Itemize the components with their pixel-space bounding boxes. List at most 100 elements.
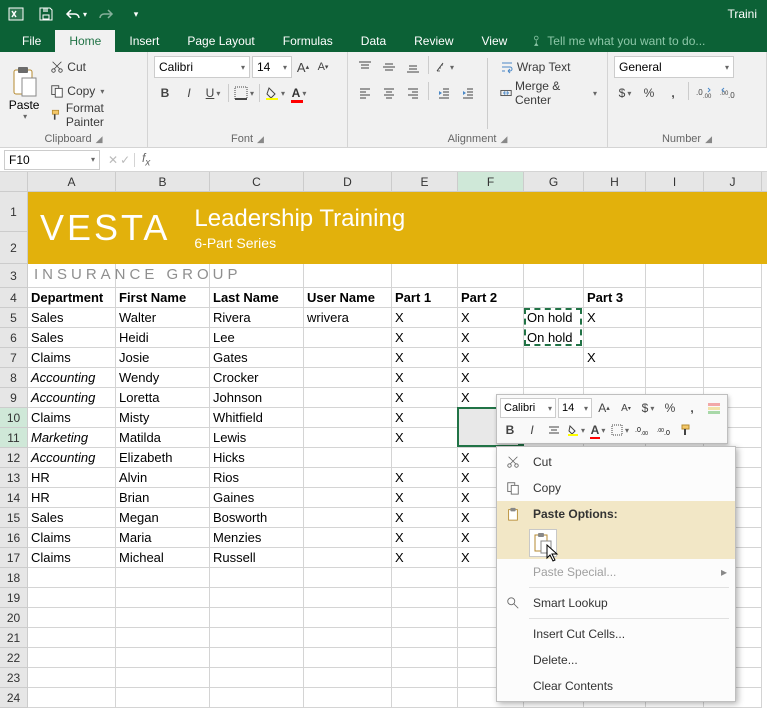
cell-D17[interactable]: [304, 548, 392, 568]
cell-D12[interactable]: [304, 448, 392, 468]
cell-C6[interactable]: Lee: [210, 328, 304, 348]
cell-D8[interactable]: [304, 368, 392, 388]
italic-button[interactable]: I: [178, 82, 200, 104]
cell-D16[interactable]: [304, 528, 392, 548]
row-header-5[interactable]: 5: [0, 308, 28, 328]
font-name-combo[interactable]: Calibri▾: [154, 56, 250, 78]
undo-icon[interactable]: ▾: [64, 3, 88, 25]
cell-A18[interactable]: [28, 568, 116, 588]
cell-G7[interactable]: [524, 348, 584, 368]
cell-C19[interactable]: [210, 588, 304, 608]
wrap-text-button[interactable]: Wrap Text: [496, 56, 601, 78]
row-header-7[interactable]: 7: [0, 348, 28, 368]
confirm-entry-icon[interactable]: ✓: [120, 153, 130, 167]
cell-C10[interactable]: Whitfield: [210, 408, 304, 428]
accounting-format-icon[interactable]: $▾: [614, 82, 636, 104]
cell-G4[interactable]: [524, 288, 584, 308]
row-header-14[interactable]: 14: [0, 488, 28, 508]
mini-conditional-icon[interactable]: [704, 398, 724, 418]
cell-C14[interactable]: Gaines: [210, 488, 304, 508]
font-color-button[interactable]: A▾: [288, 82, 310, 104]
cell-I5[interactable]: [646, 308, 704, 328]
ctx-copy[interactable]: Copy: [497, 475, 735, 501]
row-header-4[interactable]: 4: [0, 288, 28, 308]
cell-A19[interactable]: [28, 588, 116, 608]
col-header-A[interactable]: A: [28, 172, 116, 191]
ctx-smart-lookup[interactable]: Smart Lookup: [497, 590, 735, 616]
row-header-6[interactable]: 6: [0, 328, 28, 348]
cell-D14[interactable]: [304, 488, 392, 508]
row-header-3[interactable]: 3: [0, 264, 28, 288]
percent-format-icon[interactable]: %: [638, 82, 660, 104]
cell-B9[interactable]: Loretta: [116, 388, 210, 408]
cell-C24[interactable]: [210, 688, 304, 708]
format-painter-button[interactable]: Format Painter: [46, 104, 141, 126]
qat-customize-icon[interactable]: ▾: [124, 3, 148, 25]
col-header-J[interactable]: J: [704, 172, 762, 191]
align-bottom-icon[interactable]: [402, 56, 424, 78]
cell-A17[interactable]: Claims: [28, 548, 116, 568]
cell-A23[interactable]: [28, 668, 116, 688]
cell-E4[interactable]: Part 1: [392, 288, 458, 308]
mini-font-color-icon[interactable]: A▾: [588, 420, 608, 440]
row-header-16[interactable]: 16: [0, 528, 28, 548]
cell-E14[interactable]: X: [392, 488, 458, 508]
cell-E16[interactable]: X: [392, 528, 458, 548]
cancel-entry-icon[interactable]: ✕: [108, 153, 118, 167]
cell-I7[interactable]: [646, 348, 704, 368]
tab-formulas[interactable]: Formulas: [269, 30, 347, 52]
cell-E17[interactable]: X: [392, 548, 458, 568]
cell-J6[interactable]: [704, 328, 762, 348]
cell-A4[interactable]: Department: [28, 288, 116, 308]
align-left-icon[interactable]: [354, 82, 376, 104]
cell-B6[interactable]: Heidi: [116, 328, 210, 348]
decrease-decimal-icon[interactable]: .00.0: [717, 82, 739, 104]
cell-B18[interactable]: [116, 568, 210, 588]
cell-D6[interactable]: [304, 328, 392, 348]
mini-dec-decimal-icon[interactable]: .00.0: [654, 420, 674, 440]
mini-accounting-icon[interactable]: $▾: [638, 398, 658, 418]
cell-A7[interactable]: Claims: [28, 348, 116, 368]
cell-E19[interactable]: [392, 588, 458, 608]
cell-C8[interactable]: Crocker: [210, 368, 304, 388]
tab-view[interactable]: View: [468, 30, 522, 52]
cell-A8[interactable]: Accounting: [28, 368, 116, 388]
tab-data[interactable]: Data: [347, 30, 400, 52]
save-icon[interactable]: [34, 3, 58, 25]
increase-decimal-icon[interactable]: .0.00: [693, 82, 715, 104]
cell-D9[interactable]: [304, 388, 392, 408]
cell-H7[interactable]: X: [584, 348, 646, 368]
cell-D11[interactable]: [304, 428, 392, 448]
cell-F6[interactable]: X: [458, 328, 524, 348]
decrease-indent-icon[interactable]: [433, 82, 455, 104]
cell-J5[interactable]: [704, 308, 762, 328]
grow-font-icon[interactable]: A▴: [294, 56, 312, 78]
row-header-24[interactable]: 24: [0, 688, 28, 708]
tab-insert[interactable]: Insert: [115, 30, 173, 52]
mini-font-combo[interactable]: Calibri▾: [500, 398, 556, 418]
row-header-2[interactable]: 2: [0, 232, 28, 264]
cell-E11[interactable]: X: [392, 428, 458, 448]
cell-H5[interactable]: X: [584, 308, 646, 328]
clipboard-launcher-icon[interactable]: ◢: [96, 134, 103, 145]
tab-page-layout[interactable]: Page Layout: [173, 30, 268, 52]
ctx-delete[interactable]: Delete...: [497, 647, 735, 673]
cell-E3[interactable]: [392, 264, 458, 288]
cell-B20[interactable]: [116, 608, 210, 628]
cell-C17[interactable]: Russell: [210, 548, 304, 568]
cell-D19[interactable]: [304, 588, 392, 608]
cell-C9[interactable]: Johnson: [210, 388, 304, 408]
cell-J4[interactable]: [704, 288, 762, 308]
row-header-10[interactable]: 10: [0, 408, 28, 428]
cell-J8[interactable]: [704, 368, 762, 388]
cell-B19[interactable]: [116, 588, 210, 608]
align-top-icon[interactable]: [354, 56, 376, 78]
bold-button[interactable]: B: [154, 82, 176, 104]
mini-comma-icon[interactable]: ,: [682, 398, 702, 418]
cell-B17[interactable]: Micheal: [116, 548, 210, 568]
cell-B5[interactable]: Walter: [116, 308, 210, 328]
cell-B10[interactable]: Misty: [116, 408, 210, 428]
row-header-23[interactable]: 23: [0, 668, 28, 688]
underline-button[interactable]: U▾: [202, 82, 224, 104]
align-right-icon[interactable]: [402, 82, 424, 104]
